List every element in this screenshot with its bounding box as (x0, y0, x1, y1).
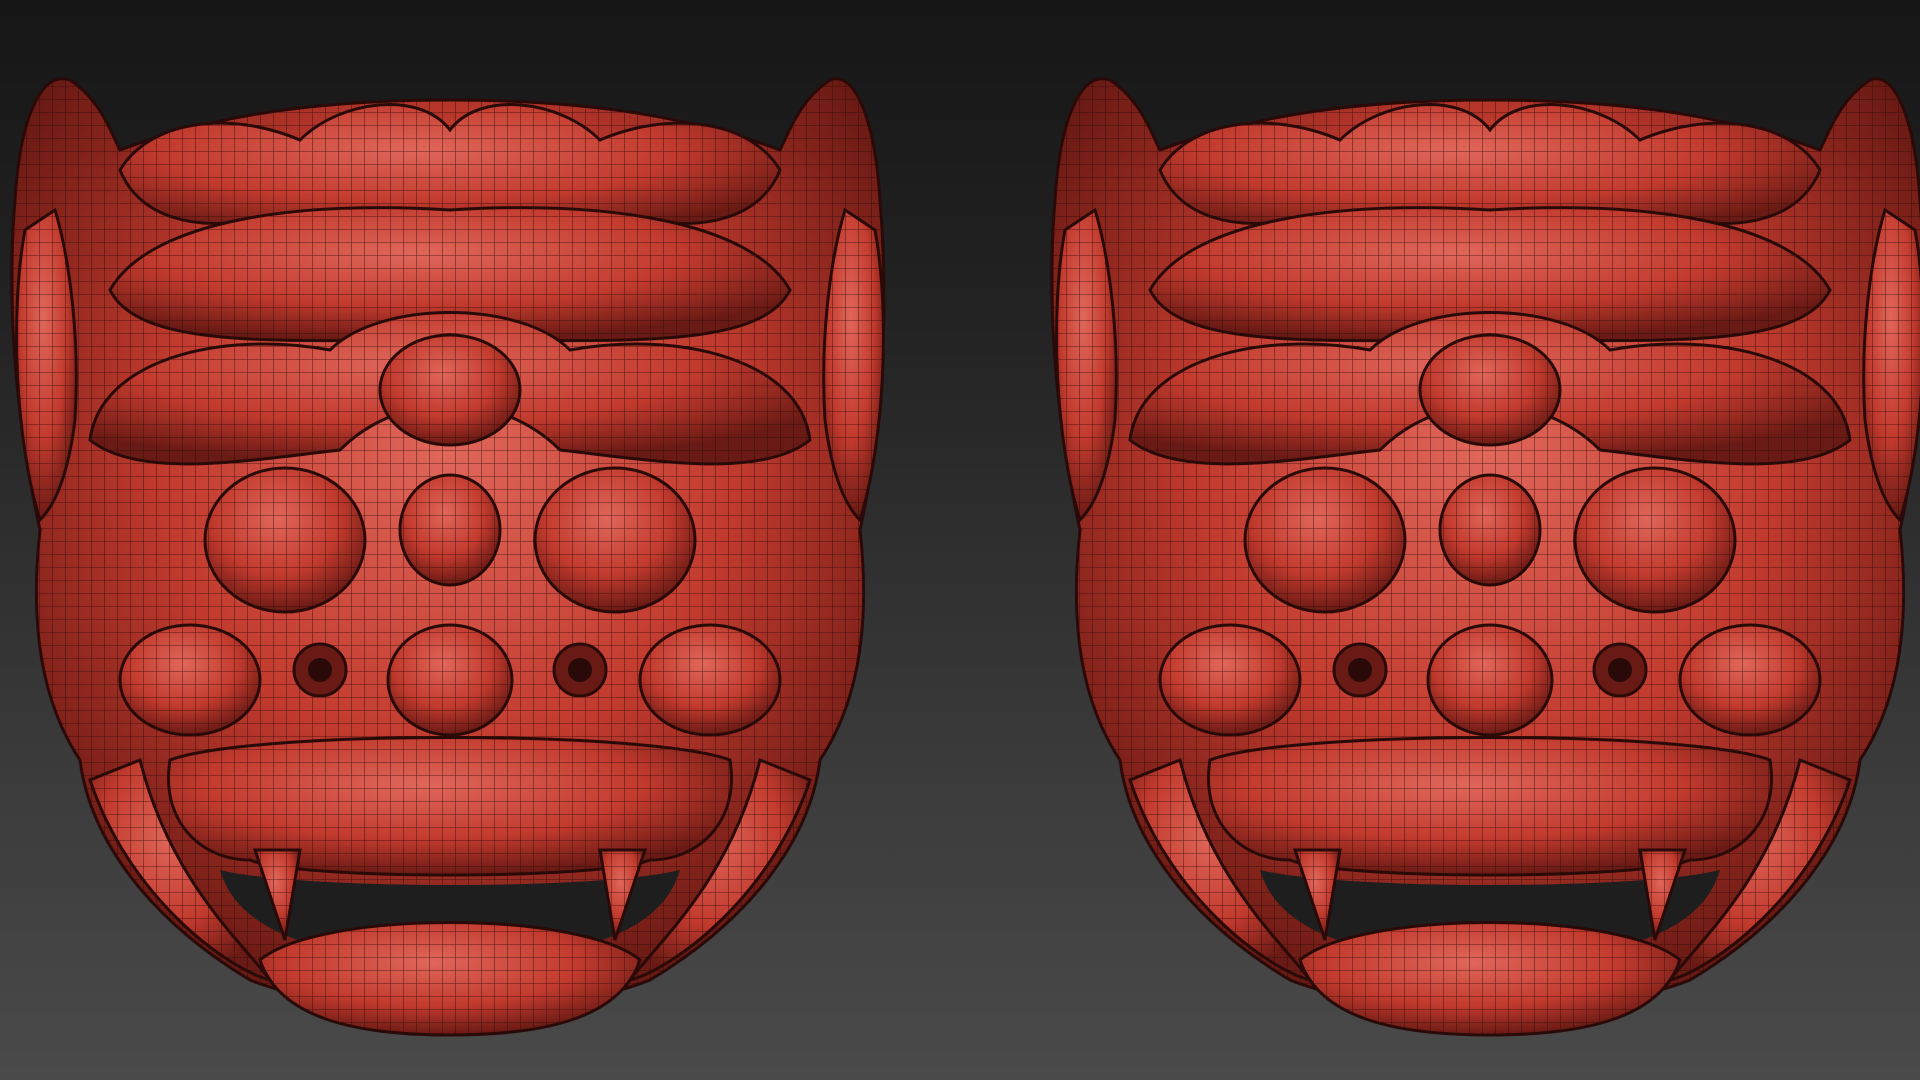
3d-viewport[interactable] (0, 0, 1920, 1080)
mask-model-left[interactable] (0, 60, 900, 1040)
mask-model-right[interactable] (1040, 60, 1920, 1040)
